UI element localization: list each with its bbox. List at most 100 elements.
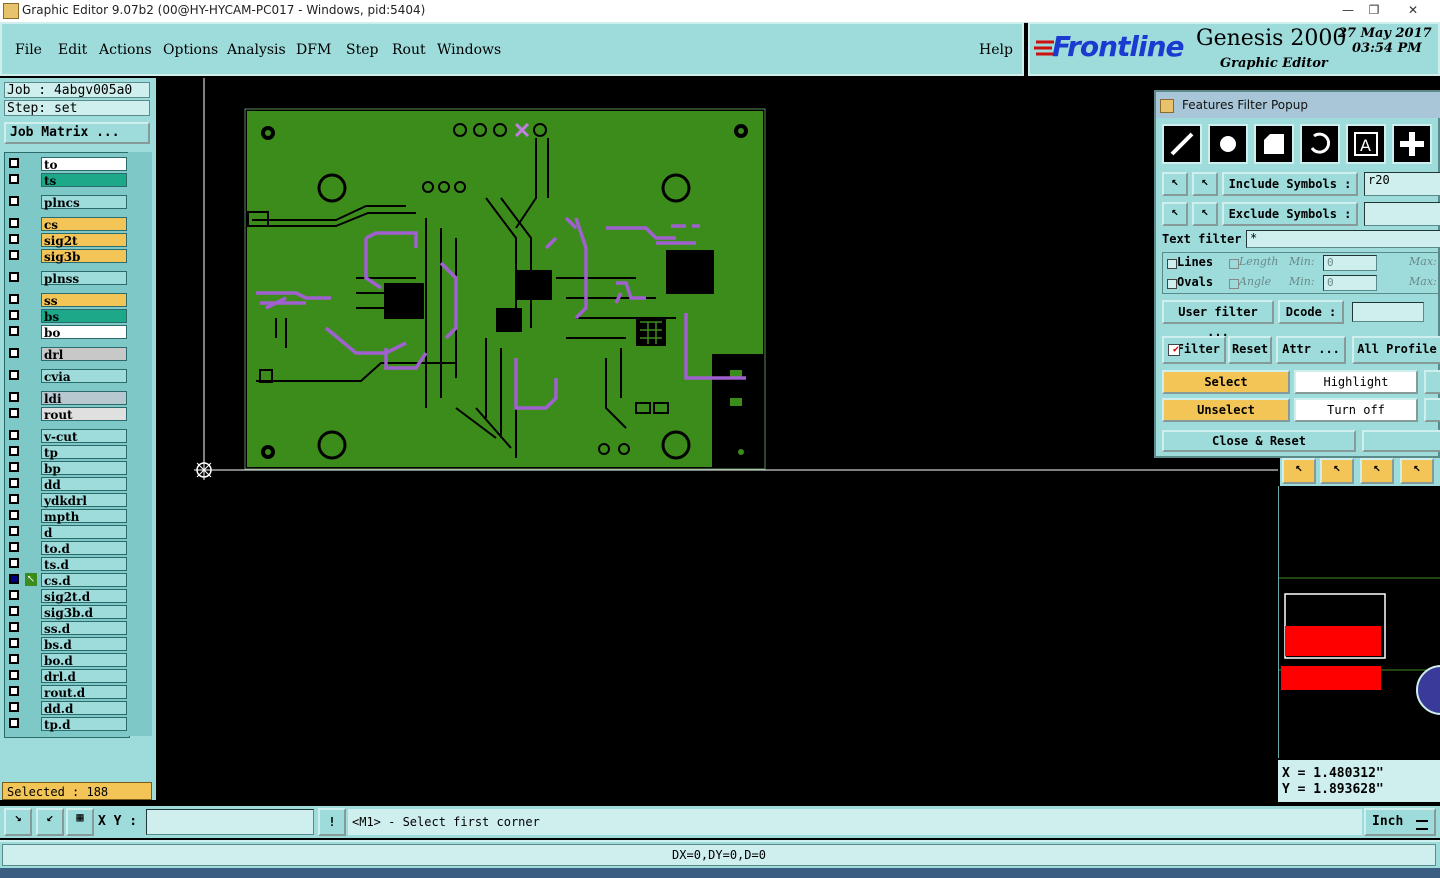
layer-name[interactable]: ts.d [41,557,127,572]
layer-name[interactable]: sig2t.d [41,589,127,604]
dcode-label[interactable]: Dcode : [1278,300,1344,324]
layer-name[interactable]: plnss [41,271,127,286]
layer-name[interactable]: mpth [41,509,127,524]
reset-button[interactable]: Reset [1228,336,1272,364]
layer-tool-icon[interactable]: ↖ [1400,458,1434,484]
layer-checkbox[interactable] [9,392,19,402]
user-filter-button[interactable]: User filter ... [1162,300,1274,339]
turn-off-button[interactable]: Turn off [1294,398,1418,422]
layer-checkbox[interactable] [9,670,19,680]
layer-row-sig3b.d[interactable]: sig3b.d [7,605,127,620]
include-symbols-label[interactable]: Include Symbols : [1222,172,1358,196]
layer-row-rout[interactable]: rout [7,407,127,422]
highlight-button[interactable]: Highlight [1294,370,1418,394]
graphic-canvas[interactable] [156,78,1278,804]
text-filter-input[interactable]: * [1246,230,1440,248]
layer-checkbox[interactable] [9,196,19,206]
layer-row-plncs[interactable]: plncs [7,195,127,210]
layer-checkbox[interactable] [9,590,19,600]
text-feature-icon[interactable]: A [1346,124,1386,164]
layer-name[interactable]: bo [41,325,127,340]
layer-checkbox[interactable] [9,462,19,472]
layer-name[interactable]: drl.d [41,669,127,684]
pan-tool-icon[interactable]: ↙ [36,808,64,836]
layer-checkbox[interactable] [9,310,19,320]
layer-row-mpth[interactable]: mpth [7,509,127,524]
layer-checkbox[interactable] [9,326,19,336]
length-checkbox[interactable] [1229,259,1239,269]
layer-row-tp[interactable]: tp [7,445,127,460]
layer-checkbox[interactable] [9,702,19,712]
all-profile-button[interactable]: All Profile [1352,336,1440,364]
layer-name[interactable]: bs.d [41,637,127,652]
layer-row-plnss[interactable]: plnss [7,271,127,286]
layer-name[interactable]: tp [41,445,127,460]
minimize-button[interactable]: — [1336,1,1360,19]
layer-name[interactable]: cs.d [41,573,127,588]
layer-checkbox[interactable] [9,558,19,568]
layer-checkbox[interactable] [9,574,19,584]
layer-checkbox[interactable] [9,686,19,696]
menu-actions[interactable]: Actions [99,42,152,58]
layer-row-v-cut[interactable]: v-cut [7,429,127,444]
layer-name[interactable]: sig2t [41,233,127,248]
layer-name[interactable]: bp [41,461,127,476]
layer-row-drl.d[interactable]: drl.d [7,669,127,684]
layer-checkbox[interactable] [9,370,19,380]
layer-name[interactable]: rout [41,407,127,422]
layer-checkbox[interactable] [9,654,19,664]
select-extra-button[interactable] [1424,370,1440,394]
layer-name[interactable]: sig3b [41,249,127,264]
layer-row-bs.d[interactable]: bs.d [7,637,127,652]
layer-row-ts.d[interactable]: ts.d [7,557,127,572]
close-reset-button[interactable]: Close & Reset [1162,430,1356,452]
menu-edit[interactable]: Edit [58,42,87,58]
layer-name[interactable]: cs [41,217,127,232]
layer-checkbox[interactable] [9,638,19,648]
menu-windows[interactable]: Windows [437,42,501,58]
layer-checkbox[interactable] [9,510,19,520]
select-button[interactable]: Select [1162,370,1290,394]
rotate-tool-icon[interactable]: ↖ [1360,458,1394,484]
all-features-icon[interactable] [1392,124,1432,164]
layer-checkbox[interactable] [9,218,19,228]
exclude-symbols-input[interactable] [1364,202,1440,226]
layer-row-bo.d[interactable]: bo.d [7,653,127,668]
layer-row-bo[interactable]: bo [7,325,127,340]
lines-checkbox[interactable] [1167,259,1177,269]
job-matrix-button[interactable]: Job Matrix ... [4,122,150,144]
layer-name[interactable]: plncs [41,195,127,210]
layer-name[interactable]: to [41,157,127,172]
layer-scrollbar[interactable] [128,152,152,736]
layer-row-sig3b[interactable]: sig3b [7,249,127,264]
menu-rout[interactable]: Rout [392,42,426,58]
layer-row-to.d[interactable]: to.d [7,541,127,556]
maximize-button[interactable]: ❐ [1362,1,1386,19]
layer-checkbox[interactable] [9,526,19,536]
angle-checkbox[interactable] [1229,279,1239,289]
layer-name[interactable]: to.d [41,541,127,556]
pad-feature-icon[interactable] [1208,124,1248,164]
menu-step[interactable]: Step [346,42,378,58]
layer-row-ts[interactable]: ts [7,173,127,188]
layer-checkbox[interactable] [9,272,19,282]
min-length-input[interactable]: 0 [1323,255,1377,271]
layer-row-dd[interactable]: dd [7,477,127,492]
layer-name[interactable]: rout.d [41,685,127,700]
exclude-popup-icon[interactable]: ↖ [1192,202,1218,226]
layer-row-dd.d[interactable]: dd.d [7,701,127,716]
layer-row-bp[interactable]: bp [7,461,127,476]
layer-row-sig2t.d[interactable]: sig2t.d [7,589,127,604]
dcode-input[interactable] [1352,302,1424,322]
layer-row-d[interactable]: d [7,525,127,540]
alert-icon[interactable]: ! [318,808,346,836]
layer-checkbox[interactable] [9,430,19,440]
layer-name[interactable]: d [41,525,127,540]
layer-name[interactable]: dd [41,477,127,492]
layer-checkbox[interactable] [9,294,19,304]
layer-checkbox[interactable] [9,446,19,456]
include-pick-icon[interactable]: ↖ [1162,172,1188,196]
menu-file[interactable]: File [15,42,42,58]
work-layer-icon[interactable]: ↖ [25,573,37,586]
zoom-tool-icon[interactable]: ↘ [4,808,32,836]
